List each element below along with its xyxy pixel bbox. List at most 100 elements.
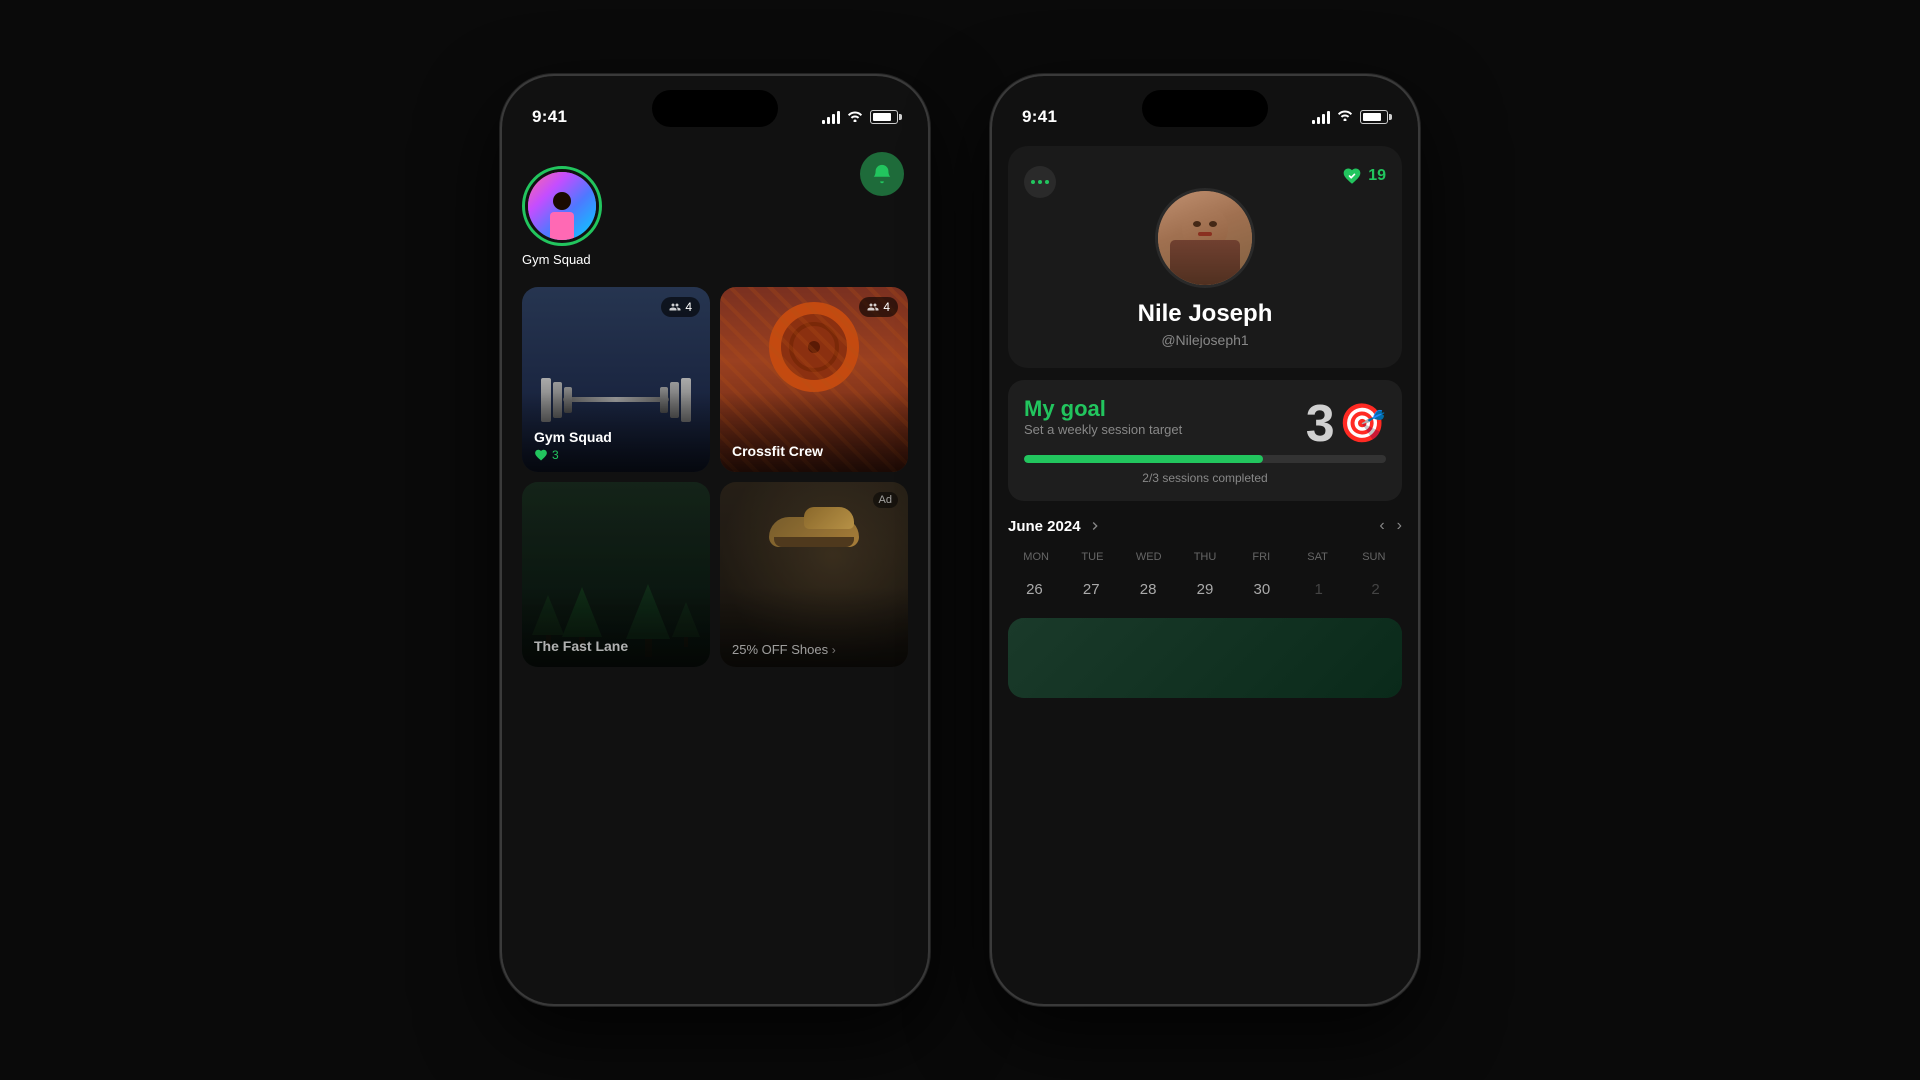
dynamic-island-2 bbox=[1142, 90, 1268, 127]
goal-left: My goal Set a weekly session target bbox=[1024, 396, 1182, 451]
phone1-screen: 9:41 bbox=[502, 76, 928, 1004]
ad-chevron: › bbox=[832, 643, 836, 657]
crossfit-info: Crossfit Crew bbox=[732, 443, 896, 462]
profile-name: Nile Joseph bbox=[1138, 300, 1273, 328]
cal-label-wed: WED bbox=[1121, 551, 1177, 563]
target-emoji: 🎯 bbox=[1339, 405, 1386, 443]
phone2-screen: 9:41 bbox=[992, 76, 1418, 1004]
groups-grid: 4 Gym Squad 3 bbox=[522, 287, 908, 667]
status-icons-1 bbox=[822, 109, 898, 125]
time-2: 9:41 bbox=[1022, 107, 1057, 127]
gym-squad-likes: 3 bbox=[534, 448, 698, 462]
cal-date-1[interactable]: 1 bbox=[1292, 573, 1345, 606]
user-avatar-inner bbox=[528, 172, 596, 240]
ad-label: Ad bbox=[879, 494, 892, 506]
calendar-month-text: June 2024 bbox=[1008, 518, 1081, 535]
time-1: 9:41 bbox=[532, 107, 567, 127]
battery-icon-2 bbox=[1360, 110, 1388, 124]
preview-card-bottom bbox=[1008, 618, 1402, 698]
progress-bar-container bbox=[1024, 455, 1386, 463]
cal-next-btn[interactable]: › bbox=[1397, 517, 1402, 535]
gym-squad-title: Gym Squad bbox=[534, 429, 698, 445]
cal-label-tue: TUE bbox=[1064, 551, 1120, 563]
calendar-dates: 26 27 28 29 30 1 2 bbox=[1008, 573, 1402, 606]
notification-bell[interactable] bbox=[860, 152, 904, 196]
heart-check-icon bbox=[1342, 166, 1362, 186]
signal-bar-3 bbox=[832, 114, 835, 124]
profile-center: Nile Joseph @Nilejoseph1 bbox=[1024, 188, 1386, 348]
avatar-figure bbox=[550, 192, 574, 240]
person-icon-crossfit bbox=[867, 301, 879, 313]
ad-title: 25% OFF Shoes bbox=[732, 642, 828, 657]
cal-label-fri: FRI bbox=[1233, 551, 1289, 563]
cal-label-sun: SUN bbox=[1346, 551, 1402, 563]
phones-container: 9:41 bbox=[500, 74, 1420, 1006]
feed-content: Gym Squad bbox=[502, 146, 928, 667]
status-icons-2 bbox=[1312, 108, 1388, 126]
chevron-right-icon bbox=[1087, 518, 1103, 534]
user-profile-section: Gym Squad bbox=[522, 166, 908, 267]
heart-count-section: 19 bbox=[1342, 166, 1386, 186]
cal-date-27[interactable]: 27 bbox=[1065, 573, 1118, 606]
cal-date-28[interactable]: 28 bbox=[1122, 573, 1175, 606]
ad-text: 25% OFF Shoes › bbox=[732, 642, 896, 657]
goal-emoji-section: 3 🎯 bbox=[1306, 398, 1386, 450]
goal-title: My goal bbox=[1024, 396, 1182, 422]
calendar-days-header: MON TUE WED THU FRI SAT SUN bbox=[1008, 551, 1402, 563]
profile-handle: @Nilejoseph1 bbox=[1161, 332, 1248, 348]
goal-subtitle: Set a weekly session target bbox=[1024, 422, 1182, 437]
member-count-gym: 4 bbox=[661, 297, 700, 317]
signal-bar-4 bbox=[837, 111, 840, 124]
cal-label-sat: SAT bbox=[1289, 551, 1345, 563]
group-card-fast-lane[interactable]: The Fast Lane bbox=[522, 482, 710, 667]
heart-count-value: 19 bbox=[1368, 167, 1386, 185]
progress-bar-fill bbox=[1024, 455, 1263, 463]
signal-bar-1 bbox=[822, 120, 825, 124]
goal-card: My goal Set a weekly session target 3 🎯 … bbox=[1008, 380, 1402, 501]
signal-icon-2 bbox=[1312, 111, 1330, 124]
dot-1 bbox=[1031, 180, 1035, 184]
phone-2: 9:41 bbox=[990, 74, 1420, 1006]
cal-label-thu: THU bbox=[1177, 551, 1233, 563]
group-card-crossfit[interactable]: 4 Crossfit Crew bbox=[720, 287, 908, 472]
calendar-section: June 2024 ‹ › MON TUE WED THU FRI SAT SU… bbox=[1008, 517, 1402, 606]
profile-top-section: 19 bbox=[1008, 146, 1402, 368]
gym-squad-info: Gym Squad 3 bbox=[534, 429, 698, 462]
wifi-icon-2 bbox=[1337, 108, 1353, 126]
gym-member-count: 4 bbox=[685, 300, 692, 314]
group-card-ad[interactable]: Ad 25% OFF Shoes › bbox=[720, 482, 908, 667]
cal-label-mon: MON bbox=[1008, 551, 1064, 563]
calendar-nav: ‹ › bbox=[1379, 517, 1402, 535]
fast-lane-title: The Fast Lane bbox=[534, 638, 698, 654]
person-icon-gym bbox=[669, 301, 681, 313]
profile-avatar-large bbox=[1155, 188, 1255, 288]
calendar-month: June 2024 bbox=[1008, 518, 1103, 535]
cal-date-26[interactable]: 26 bbox=[1008, 573, 1061, 606]
heart-check-icon-gym bbox=[534, 448, 548, 462]
cal-date-2[interactable]: 2 bbox=[1349, 573, 1402, 606]
dynamic-island-1 bbox=[652, 90, 778, 127]
fast-lane-info: The Fast Lane bbox=[534, 638, 698, 657]
cal-date-30[interactable]: 30 bbox=[1235, 573, 1288, 606]
three-dots-button[interactable] bbox=[1024, 166, 1056, 198]
member-count-crossfit: 4 bbox=[859, 297, 898, 317]
gym-likes-count: 3 bbox=[552, 448, 559, 462]
battery-fill-1 bbox=[873, 113, 891, 121]
cal-prev-btn[interactable]: ‹ bbox=[1379, 517, 1384, 535]
goal-target-number: 3 bbox=[1306, 398, 1335, 450]
wifi-icon-1 bbox=[847, 109, 863, 125]
signal-bar-2 bbox=[827, 117, 830, 124]
dot-2 bbox=[1038, 180, 1042, 184]
phone-1: 9:41 bbox=[500, 74, 930, 1006]
user-avatar-ring[interactable] bbox=[522, 166, 602, 246]
preview-card-bg bbox=[1008, 618, 1402, 698]
signal-icon-1 bbox=[822, 111, 840, 124]
progress-text: 2/3 sessions completed bbox=[1024, 471, 1386, 485]
dot-3 bbox=[1045, 180, 1049, 184]
group-card-gym-squad[interactable]: 4 Gym Squad 3 bbox=[522, 287, 710, 472]
crossfit-title: Crossfit Crew bbox=[732, 443, 896, 459]
ad-badge: Ad bbox=[873, 492, 898, 508]
goal-header: My goal Set a weekly session target 3 🎯 bbox=[1024, 396, 1386, 451]
cal-date-29[interactable]: 29 bbox=[1179, 573, 1232, 606]
ad-info: 25% OFF Shoes › bbox=[732, 642, 896, 657]
